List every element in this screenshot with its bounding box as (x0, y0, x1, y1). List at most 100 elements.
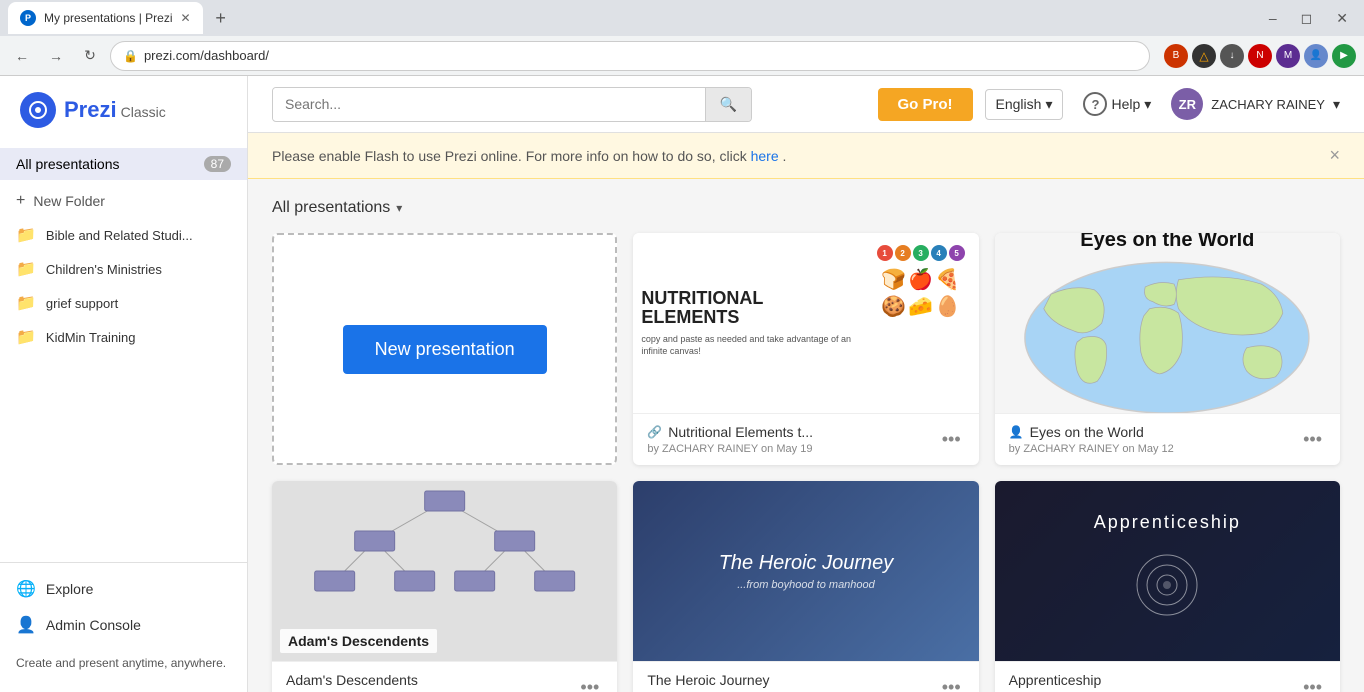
thumbnail-nutritional: NUTRITIONAL ELEMENTS copy and paste as n… (633, 233, 978, 413)
sidebar: Prezi Classic All presentations 87 + New… (0, 76, 248, 692)
presentation-card-adam[interactable]: Adam's Descendents Adam's Descendents by… (272, 481, 617, 692)
filter-chevron-icon: ▾ (396, 201, 402, 215)
folder-icon: 📁 (16, 225, 36, 245)
url-text: prezi.com/dashboard/ (144, 48, 269, 63)
tab-close-button[interactable]: ✕ (181, 11, 191, 25)
ext-icon-5[interactable]: M (1276, 44, 1300, 68)
thumbnail-heroic: The Heroic Journey ...from boyhood to ma… (633, 481, 978, 661)
presentations-grid-row1: New presentation NUTRITIONAL ELEMENTS co… (272, 233, 1340, 465)
help-chevron-icon: ▾ (1144, 96, 1151, 113)
globe-icon: 🌐 (16, 579, 36, 599)
ext-icon-2[interactable]: △ (1192, 44, 1216, 68)
sidebar-explore[interactable]: 🌐 Explore (0, 571, 247, 607)
card-info-eyes-world: 👤 Eyes on the World by ZACHARY RAINEY on… (1009, 424, 1299, 455)
sidebar-folder-kidmin[interactable]: 📁 KidMin Training (0, 320, 247, 354)
new-presentation-card[interactable]: New presentation (272, 233, 617, 465)
thumbnail-apprenticeship: Apprenticeship (995, 481, 1340, 661)
user-chevron-icon: ▾ (1333, 96, 1340, 113)
sidebar-folder-bible[interactable]: 📁 Bible and Related Studi... (0, 218, 247, 252)
person-icon: 👤 (1009, 425, 1024, 439)
chevron-down-icon: ▾ (1045, 96, 1052, 113)
back-button[interactable]: ← (8, 42, 36, 70)
forward-button[interactable]: → (42, 42, 70, 70)
card-info-apprenticeship: Apprenticeship by ZACHARY RAINEY on May … (1009, 672, 1299, 692)
sidebar-promo: Create and present anytime, anywhere. (0, 643, 247, 684)
filter-bar: All presentations ▾ (272, 199, 1340, 217)
browser-titlebar: P My presentations | Prezi ✕ + – ◻ ✕ (0, 0, 1364, 36)
presentation-card-eyes-world[interactable]: Eyes on the World (995, 233, 1340, 465)
card-more-button-nutritional[interactable]: ••• (938, 425, 965, 454)
go-pro-button[interactable]: Go Pro! (878, 88, 973, 121)
new-tab-button[interactable]: + (207, 4, 235, 32)
filter-dropdown[interactable]: All presentations ▾ (272, 199, 402, 217)
browser-chrome: P My presentations | Prezi ✕ + – ◻ ✕ ← →… (0, 0, 1364, 76)
card-footer-nutritional: 🔗 Nutritional Elements t... by ZACHARY R… (633, 413, 978, 465)
card-footer-adam: Adam's Descendents by ZACHARY RAINEY on … (272, 661, 617, 692)
close-button[interactable]: ✕ (1328, 6, 1356, 31)
browser-tabs: P My presentations | Prezi ✕ + (8, 0, 235, 36)
folder-icon: 📁 (16, 327, 36, 347)
profile-icon[interactable]: 👤 (1304, 44, 1328, 68)
card-info-heroic: The Heroic Journey by ZACHARY RAINEY on … (647, 672, 937, 692)
top-bar: 🔍 Go Pro! English ▾ ? Help ▾ ZR ZACHARY … (248, 76, 1364, 133)
sidebar-all-presentations[interactable]: All presentations 87 (0, 148, 247, 180)
card-footer-eyes-world: 👤 Eyes on the World by ZACHARY RAINEY on… (995, 413, 1340, 465)
card-more-button-eyes-world[interactable]: ••• (1299, 425, 1326, 454)
address-bar[interactable]: 🔒 prezi.com/dashboard/ (110, 41, 1150, 71)
lock-icon: 🔗 (647, 425, 662, 439)
presentations-grid-row2: Adam's Descendents Adam's Descendents by… (272, 481, 1340, 692)
security-icon: 🔒 (123, 49, 138, 63)
ext-icon-6[interactable]: ▶ (1332, 44, 1356, 68)
help-icon: ? (1083, 92, 1107, 116)
extension-icons: B △ ↓ N M 👤 ▶ (1164, 44, 1356, 68)
language-button[interactable]: English ▾ (985, 89, 1064, 120)
number-circles: 1 2 3 4 5 (877, 245, 965, 261)
minimize-button[interactable]: – (1261, 6, 1285, 30)
main-content: 🔍 Go Pro! English ▾ ? Help ▾ ZR ZACHARY … (248, 76, 1364, 692)
user-menu-button[interactable]: ZR ZACHARY RAINEY ▾ (1171, 88, 1340, 120)
search-input[interactable] (273, 88, 705, 120)
plus-icon: + (16, 192, 25, 210)
card-info-nutritional: 🔗 Nutritional Elements t... by ZACHARY R… (647, 424, 937, 455)
presentation-card-apprenticeship[interactable]: Apprenticeship (995, 481, 1340, 692)
presentation-card-nutritional[interactable]: NUTRITIONAL ELEMENTS copy and paste as n… (633, 233, 978, 465)
app-layout: Prezi Classic All presentations 87 + New… (0, 76, 1364, 692)
card-info-adam: Adam's Descendents by ZACHARY RAINEY on … (286, 672, 576, 692)
flash-text: Please enable Flash to use Prezi online.… (272, 148, 786, 164)
flash-link[interactable]: here (751, 148, 779, 164)
search-container[interactable]: 🔍 (272, 87, 752, 122)
ext-icon-1[interactable]: B (1164, 44, 1188, 68)
reload-button[interactable]: ↻ (76, 42, 104, 70)
help-button[interactable]: ? Help ▾ (1075, 86, 1159, 122)
sidebar-folder-grief[interactable]: 📁 grief support (0, 286, 247, 320)
flash-close-button[interactable]: × (1329, 145, 1340, 166)
ext-icon-3[interactable]: ↓ (1220, 44, 1244, 68)
person-icon: 👤 (16, 615, 36, 635)
card-more-button-adam[interactable]: ••• (576, 673, 603, 692)
active-tab[interactable]: P My presentations | Prezi ✕ (8, 2, 203, 34)
sidebar-admin-console[interactable]: 👤 Admin Console (0, 607, 247, 643)
presentations-count-badge: 87 (204, 156, 231, 172)
card-footer-heroic: The Heroic Journey by ZACHARY RAINEY on … (633, 661, 978, 692)
card-more-button-apprenticeship[interactable]: ••• (1299, 673, 1326, 692)
search-button[interactable]: 🔍 (705, 88, 751, 121)
tab-favicon: P (20, 10, 36, 26)
card-more-button-heroic[interactable]: ••• (938, 673, 965, 692)
card-footer-apprenticeship: Apprenticeship by ZACHARY RAINEY on May … (995, 661, 1340, 692)
user-avatar: ZR (1171, 88, 1203, 120)
folder-icon: 📁 (16, 293, 36, 313)
prezi-logo-icon (20, 92, 56, 128)
window-controls: – ◻ ✕ (1261, 6, 1356, 31)
thumbnail-adam: Adam's Descendents (272, 481, 617, 661)
food-icons: 🍞 🍎 🍕 🍪 🧀 🥚 (881, 267, 960, 319)
sidebar-logo[interactable]: Prezi Classic (0, 76, 247, 144)
presentation-card-heroic[interactable]: The Heroic Journey ...from boyhood to ma… (633, 481, 978, 692)
maximize-button[interactable]: ◻ (1293, 6, 1321, 31)
sidebar-new-folder[interactable]: + New Folder (0, 184, 247, 218)
tab-title: My presentations | Prezi (44, 11, 173, 25)
sidebar-folder-children[interactable]: 📁 Children's Ministries (0, 252, 247, 286)
flash-notice: Please enable Flash to use Prezi online.… (248, 133, 1364, 179)
new-presentation-button[interactable]: New presentation (343, 325, 547, 374)
ext-icon-4[interactable]: N (1248, 44, 1272, 68)
sidebar-bottom: 🌐 Explore 👤 Admin Console Create and pre… (0, 562, 247, 692)
